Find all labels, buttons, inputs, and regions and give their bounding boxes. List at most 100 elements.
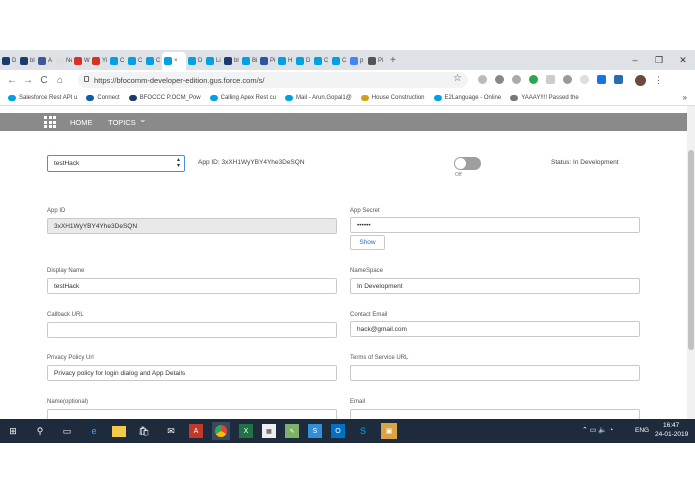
windows-start-icon[interactable]: ⊞ (4, 422, 22, 440)
browser-tab[interactable]: Bi (240, 52, 258, 70)
status-toggle[interactable] (454, 157, 481, 170)
search-icon[interactable]: ⚲ (31, 422, 49, 440)
forward-button[interactable]: → (20, 75, 36, 86)
display-name-field[interactable]: testHack (47, 278, 337, 294)
extension-icon[interactable] (495, 75, 504, 84)
language-indicator[interactable]: ENG (635, 427, 649, 434)
browser-tab[interactable]: Pi (366, 52, 384, 70)
name-optional-field[interactable] (47, 409, 337, 419)
browser-tab[interactable]: C (312, 52, 330, 70)
system-tray-icons[interactable]: ⌃ ▭ 🔈 ◔ (582, 426, 613, 434)
acrobat-icon[interactable]: A (189, 424, 203, 438)
profile-avatar[interactable] (635, 75, 646, 86)
email-field[interactable] (350, 409, 640, 419)
nav-home-link[interactable]: HOME (70, 118, 93, 127)
browser-tab[interactable]: D (0, 52, 18, 70)
cloud-icon[interactable] (478, 75, 487, 84)
notepad-icon[interactable]: ✎ (285, 424, 299, 438)
grammarly-icon[interactable] (529, 75, 538, 84)
browser-tab[interactable]: Yi (90, 52, 108, 70)
mail-icon[interactable]: ✉ (162, 422, 180, 440)
app-secret-label: App Secret (350, 208, 380, 214)
bookmark-item[interactable]: YAAAY!!!! Passed the (510, 94, 579, 101)
bookmark-icon (209, 94, 218, 101)
bookmark-item[interactable]: Connect (86, 94, 120, 101)
browser-tab[interactable]: W (72, 52, 90, 70)
browser-tab[interactable]: D (186, 52, 204, 70)
browser-tab[interactable]: New S (54, 52, 72, 70)
extension-icon[interactable] (614, 75, 623, 84)
outlook-icon[interactable]: O (331, 424, 345, 438)
browser-tab[interactable]: C (144, 52, 162, 70)
menu-dots-icon[interactable]: ⋮ (654, 75, 663, 86)
browser-tab[interactable]: D (294, 52, 312, 70)
browser-tab[interactable]: bl (222, 52, 240, 70)
star-icon[interactable]: ☆ (453, 73, 462, 84)
back-button[interactable]: ← (4, 75, 20, 86)
bookmark-item[interactable]: Calling Apex Rest cu (209, 94, 276, 101)
browser-tab[interactable]: C (126, 52, 144, 70)
nav-topics-link[interactable]: TOPICS (108, 118, 136, 127)
app-icon[interactable]: ▣ (381, 423, 397, 439)
app-icon[interactable]: ▦ (262, 424, 276, 438)
close-window-button[interactable]: ✕ (671, 55, 695, 66)
bookmark-label: BFOCCC P.OCM_Pow (139, 94, 201, 101)
app-id-field[interactable]: 3xXH1WyYBY4Yhe3DeSQN (47, 218, 337, 234)
callback-url-field[interactable] (47, 322, 337, 338)
skype-icon[interactable]: S (354, 422, 372, 440)
browser-tab[interactable]: H (276, 52, 294, 70)
reload-button[interactable]: C (36, 75, 52, 86)
minimize-button[interactable]: – (623, 55, 647, 65)
browser-tab[interactable]: p (348, 52, 366, 70)
browser-tab[interactable]: A (36, 52, 54, 70)
namespace-field[interactable]: In Development (350, 278, 640, 294)
privacy-policy-value: Privacy policy for login dialog and App … (54, 369, 186, 377)
url-text: https://bfocomm-developer-edition.gus.fo… (94, 75, 265, 85)
bookmark-item[interactable]: Salesforce Rest API u (8, 94, 77, 101)
show-secret-button[interactable]: Show (350, 235, 385, 250)
excel-icon[interactable]: X (239, 424, 253, 438)
top-blank-area (0, 0, 695, 50)
tab-label: D (12, 58, 17, 64)
chrome-icon[interactable] (212, 422, 230, 440)
scrollbar-thumb[interactable] (688, 150, 694, 350)
bookmark-item[interactable]: Mail - Arun.Gopal1@ (285, 94, 352, 101)
store-icon[interactable]: 🛍 (135, 422, 153, 440)
file-explorer-icon[interactable] (112, 425, 126, 437)
bookmark-item[interactable]: BFOCCC P.OCM_Pow (128, 94, 201, 101)
home-button[interactable]: ⌂ (52, 75, 68, 86)
maximize-button[interactable]: ❐ (647, 55, 671, 66)
edge-icon[interactable]: e (85, 422, 103, 440)
extension-icon[interactable] (512, 75, 521, 84)
extension-icon[interactable] (546, 75, 555, 84)
extension-icon[interactable] (580, 75, 589, 84)
browser-tab[interactable]: Pi (258, 52, 276, 70)
clock-date[interactable]: 24-01-2019 (655, 431, 688, 438)
bookmark-item[interactable]: E2Language - Online (433, 94, 501, 101)
app-select[interactable]: testHack ▴ ▾ (47, 155, 185, 172)
new-tab-button[interactable]: + (390, 55, 396, 66)
contact-email-field[interactable]: hack@gmail.com (350, 321, 640, 337)
browser-tab[interactable]: bl (18, 52, 36, 70)
extension-icon[interactable] (597, 75, 606, 84)
url-field[interactable]: https://bfocomm-developer-edition.gus.fo… (78, 72, 468, 88)
skype-business-icon[interactable]: S (308, 424, 322, 438)
browser-tab[interactable]: C (108, 52, 126, 70)
browser-tab[interactable]: C (330, 52, 348, 70)
clock-time[interactable]: 16:47 (663, 422, 679, 429)
privacy-policy-field[interactable]: Privacy policy for login dialog and App … (47, 365, 337, 381)
terms-url-field[interactable] (350, 365, 640, 381)
bookmarks-bar: Salesforce Rest API u Connect BFOCCC P.OCM… (0, 90, 695, 106)
chevron-down-icon[interactable]: ⌄ (139, 114, 147, 125)
window-controls: – ❐ ✕ (623, 50, 695, 70)
browser-tab[interactable]: × (162, 52, 186, 70)
bookmark-item[interactable]: House Construction (360, 94, 425, 101)
tab-favicon-icon (332, 57, 340, 65)
grid-menu-icon[interactable] (44, 116, 56, 128)
task-view-icon[interactable]: ▭ (58, 422, 76, 440)
bookmarks-more-button[interactable]: » (683, 93, 687, 102)
app-secret-field[interactable]: •••••• (350, 217, 640, 233)
app-secret-value: •••••• (357, 221, 371, 229)
extension-icon[interactable] (563, 75, 572, 84)
browser-tab[interactable]: Li (204, 52, 222, 70)
